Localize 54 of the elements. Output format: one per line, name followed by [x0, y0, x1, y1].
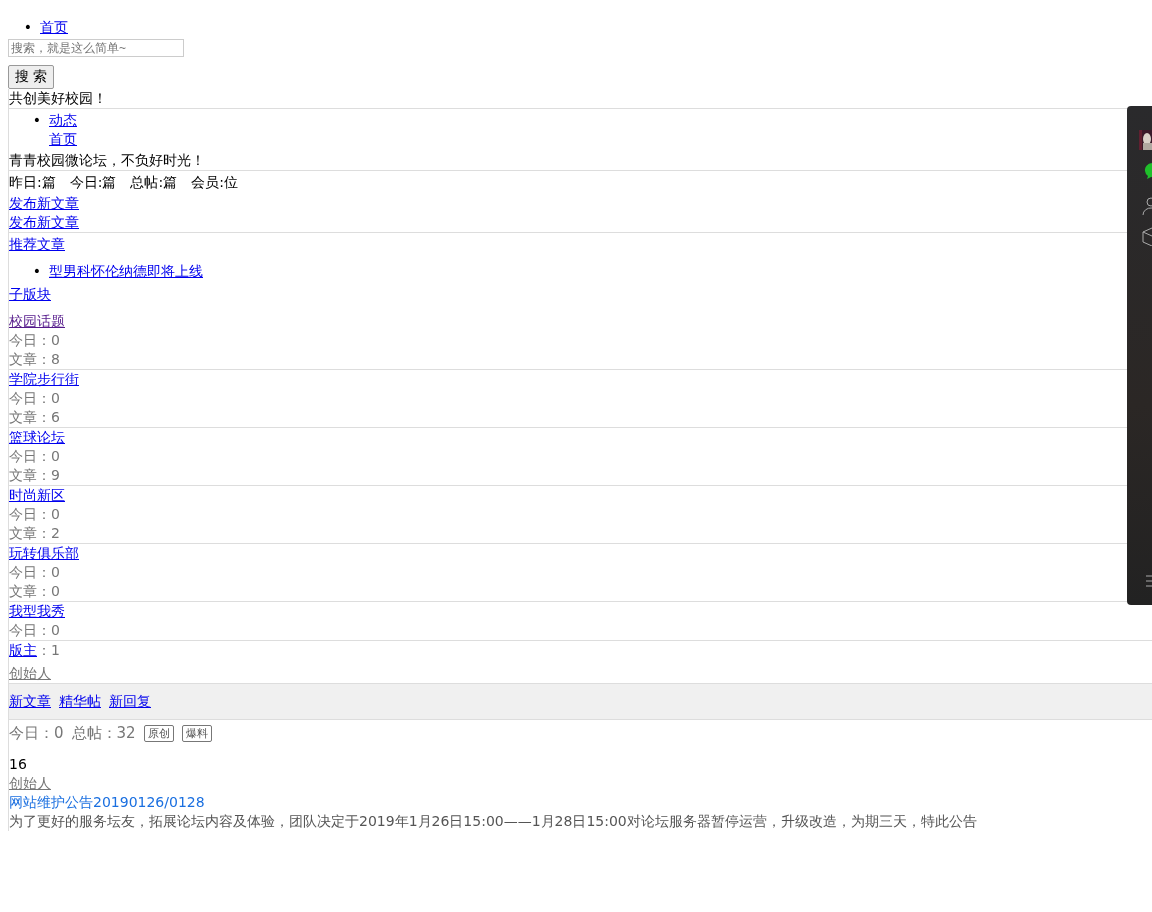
box-icon[interactable] [1142, 226, 1152, 246]
tag-button[interactable]: 爆料 [181, 725, 212, 742]
post-count: 文章：9 [9, 467, 60, 483]
post-title-link[interactable]: 网站维护公告20190126/0128 [9, 794, 205, 810]
article-link[interactable]: 型男科怀伦纳德即将上线 [49, 262, 203, 281]
nav-link[interactable]: 首页 [40, 18, 68, 37]
stat-text: 昨日:篇 [9, 173, 56, 192]
search-button[interactable]: 搜 索 [8, 65, 54, 89]
menu-icon[interactable] [1146, 575, 1152, 587]
section-link[interactable]: 子版块 [9, 286, 51, 302]
post-count: 文章：0 [9, 583, 60, 599]
today-count: 今日：0 [9, 506, 60, 522]
user-icon[interactable] [1142, 196, 1152, 216]
post-count: 文章：8 [9, 351, 60, 367]
moderator-count: ：1 [37, 642, 60, 658]
slogan: 共创美好校园！ [9, 90, 107, 106]
stat-text: 会员:位 [191, 173, 238, 192]
forum-link[interactable]: 篮球论坛 [9, 429, 65, 445]
bullet: • [32, 112, 41, 128]
reply-count: 16 [9, 756, 27, 772]
filter-link[interactable]: 新文章 [9, 692, 51, 711]
post-excerpt: 为了更好的服务坛友，拓展论坛内容及体验，团队决定于2019年1月26日15:00——1月28日15:00对论坛服务器暂停运营，升级改造，为期三天，特此公告 [9, 813, 977, 829]
forum-link[interactable]: 校园话题 [9, 313, 65, 329]
new-post-link[interactable]: 发布新文章 [9, 195, 79, 211]
section-link[interactable]: 推荐文章 [9, 236, 65, 252]
today-count: 今日：0 [9, 332, 60, 348]
nav-link[interactable]: 首页 [49, 130, 77, 149]
bullet: • [23, 19, 32, 35]
today-count: 今日：0 [9, 724, 64, 743]
role-link[interactable]: 创始人 [9, 665, 51, 681]
chat-icon[interactable] [1144, 162, 1152, 180]
filter-link[interactable]: 新回复 [109, 692, 151, 711]
moderator-link[interactable]: 版主 [9, 642, 37, 658]
author-link[interactable]: 创始人 [9, 775, 51, 791]
tag-button[interactable]: 原创 [143, 725, 174, 742]
stat-text: 今日:篇 [69, 173, 117, 192]
today-count: 今日：0 [9, 564, 60, 580]
filter-link[interactable]: 精华帖 [59, 692, 101, 711]
bullet: • [32, 263, 41, 279]
post-count: 文章：6 [9, 409, 60, 425]
tagline: 青青校园微论坛，不负好时光！ [9, 152, 205, 168]
new-post-link[interactable]: 发布新文章 [9, 214, 79, 230]
today-count: 今日：0 [9, 390, 60, 406]
nav-link[interactable]: 动态 [49, 111, 77, 130]
today-count: 今日：0 [9, 448, 60, 464]
search-field[interactable]: 搜索，就是这么简单~ [8, 39, 184, 57]
post-count: 文章：2 [9, 525, 60, 541]
forum-link[interactable]: 我型我秀 [9, 603, 65, 619]
stat-text: 总帖:篇 [130, 173, 178, 192]
today-count: 今日：0 [9, 622, 60, 638]
forum-link[interactable]: 学院步行街 [9, 371, 79, 387]
forum-link[interactable]: 时尚新区 [9, 487, 65, 503]
forum-link[interactable]: 玩转俱乐部 [9, 545, 79, 561]
total-count: 总帖：32 [71, 724, 136, 743]
